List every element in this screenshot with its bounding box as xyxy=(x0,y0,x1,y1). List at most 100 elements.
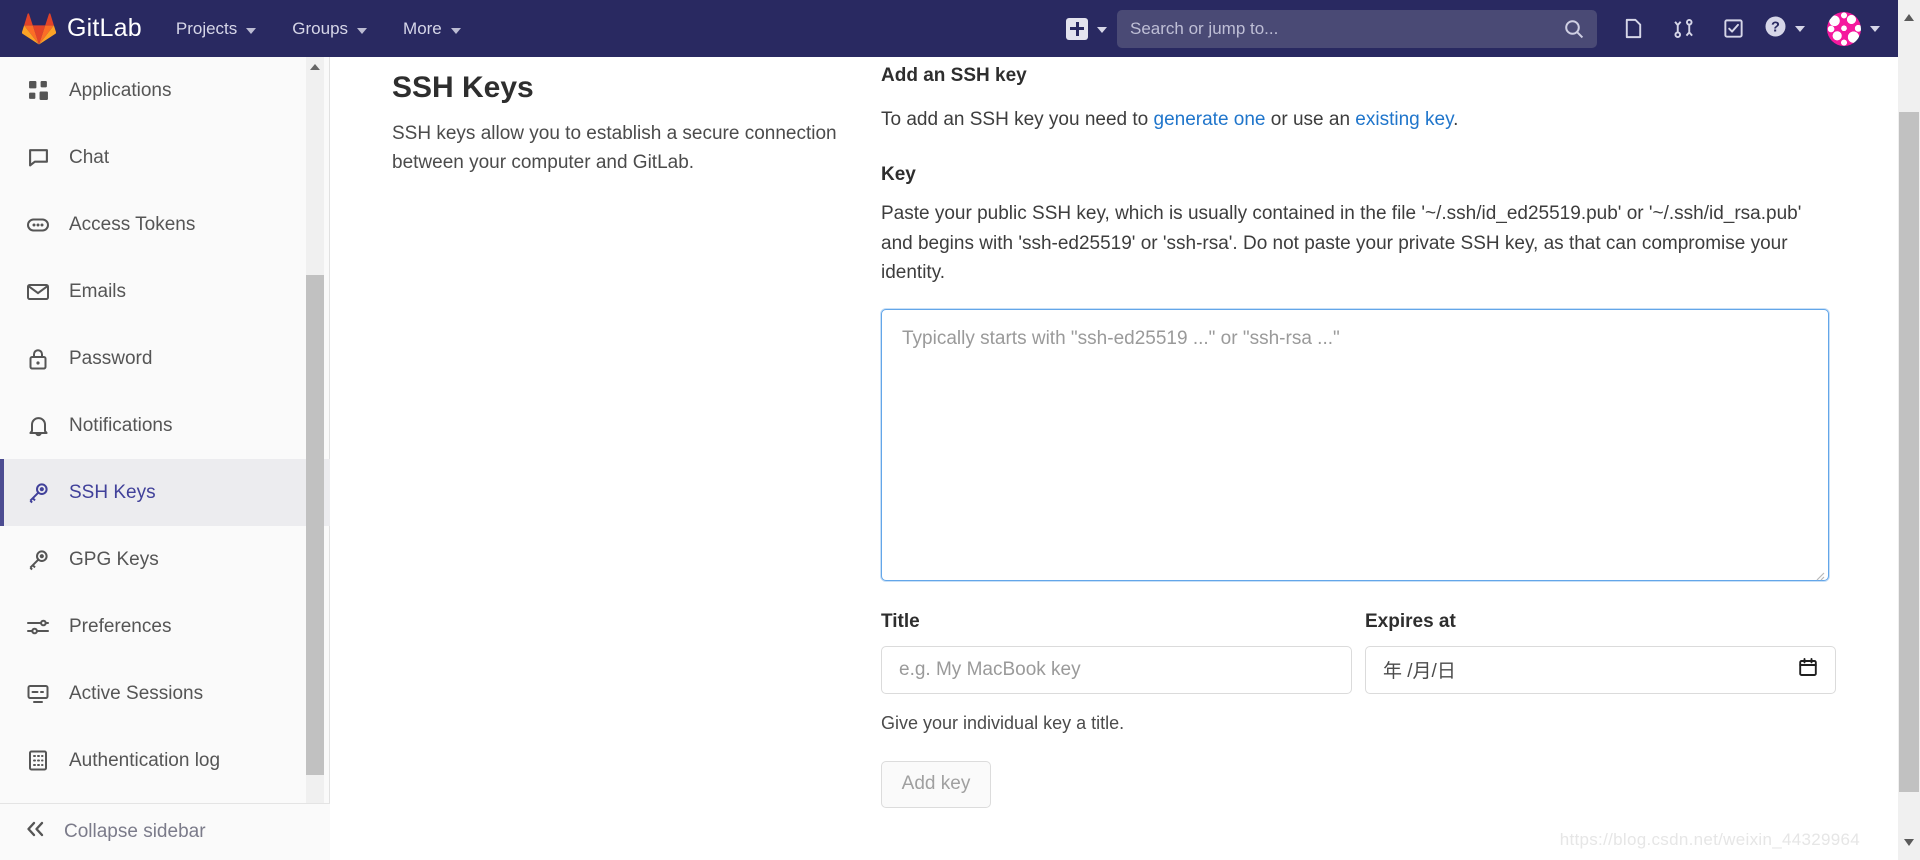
title-input[interactable]: e.g. My MacBook key xyxy=(881,646,1352,694)
ssh-key-textarea[interactable]: Typically starts with "ssh-ed25519 ..." … xyxy=(881,309,1829,581)
help-icon: ? xyxy=(1763,14,1788,44)
collapse-sidebar-button[interactable]: Collapse sidebar xyxy=(0,803,330,860)
log-list-icon xyxy=(26,750,50,771)
resize-handle-icon[interactable] xyxy=(1813,565,1825,577)
nav-item-projects[interactable]: Projects xyxy=(158,0,274,57)
nav-groups-label: Groups xyxy=(292,19,348,39)
sidebar-item-ssh-keys[interactable]: SSH Keys xyxy=(0,459,330,526)
sidebar-item-label: Preferences xyxy=(69,616,171,638)
sidebar-item-label: GPG Keys xyxy=(69,549,159,571)
chat-bubble-icon xyxy=(26,147,50,168)
lock-icon xyxy=(26,348,50,370)
calendar-icon[interactable] xyxy=(1798,657,1818,683)
page-scrollbar-thumb[interactable] xyxy=(1899,112,1919,792)
monitor-icon xyxy=(26,684,50,704)
sidebar-item-label: Authentication log xyxy=(69,750,220,772)
merge-requests-icon[interactable] xyxy=(1661,7,1705,51)
main-content: SSH Keys SSH keys allow you to establish… xyxy=(330,57,1898,860)
expires-date-value: 年 /月/日 xyxy=(1383,656,1456,683)
sidebar-item-emails[interactable]: Emails xyxy=(0,258,330,325)
add-ssh-key-form: Add an SSH key To add an SSH key you nee… xyxy=(881,57,1836,808)
nav-item-groups[interactable]: Groups xyxy=(274,0,385,57)
instructions-prefix: To add an SSH key you need to xyxy=(881,109,1154,130)
chevron-down-icon xyxy=(1097,20,1107,38)
sidebar-item-gpg-keys[interactable]: GPG Keys xyxy=(0,526,330,593)
sidebar-scroll-area: Applications Chat Access Tokens xyxy=(0,57,330,803)
expires-field-label: Expires at xyxy=(1365,611,1836,633)
expires-field-group: Expires at 年 /月/日 xyxy=(1365,611,1836,694)
user-menu-button[interactable] xyxy=(1811,12,1898,46)
navbar-icon-group: ? xyxy=(1597,7,1811,51)
search-input[interactable]: Search or jump to... xyxy=(1117,10,1597,48)
sidebar-item-password[interactable]: Password xyxy=(0,325,330,392)
gitlab-home-link[interactable]: GitLab xyxy=(0,0,158,57)
sidebar-item-label: Active Sessions xyxy=(69,683,203,705)
title-field-group: Title e.g. My MacBook key xyxy=(881,611,1352,694)
sidebar-item-chat[interactable]: Chat xyxy=(0,124,330,191)
chevron-down-icon xyxy=(357,19,367,39)
top-navbar: GitLab Projects Groups More Search or ju… xyxy=(0,0,1898,57)
double-chevron-left-icon xyxy=(24,820,46,844)
page-description: SSH keys allow you to establish a secure… xyxy=(392,119,843,178)
envelope-icon xyxy=(26,281,50,303)
gitlab-fox-logo-icon xyxy=(22,13,56,45)
title-field-label: Title xyxy=(881,611,1352,633)
search-placeholder: Search or jump to... xyxy=(1130,19,1278,39)
brand-title: GitLab xyxy=(67,14,142,43)
help-menu-button[interactable]: ? xyxy=(1761,14,1805,44)
title-helper-text: Give your individual key a title. xyxy=(881,713,1836,734)
key-icon xyxy=(26,549,50,571)
sidebar-item-label: Applications xyxy=(69,80,171,102)
generate-one-link[interactable]: generate one xyxy=(1154,109,1266,130)
chevron-down-icon xyxy=(1870,26,1880,32)
key-icon xyxy=(26,482,50,504)
ssh-key-placeholder: Typically starts with "ssh-ed25519 ..." … xyxy=(902,328,1340,349)
sidebar-scrollbar-thumb[interactable] xyxy=(306,275,324,775)
settings-sidebar: Applications Chat Access Tokens xyxy=(0,57,330,860)
sidebar-item-authentication-log[interactable]: Authentication log xyxy=(0,727,330,794)
page-scrollbar[interactable] xyxy=(1898,0,1920,860)
key-field-label: Key xyxy=(881,164,1836,186)
add-key-instructions: To add an SSH key you need to generate o… xyxy=(881,105,1836,134)
issues-icon[interactable] xyxy=(1611,7,1655,51)
title-input-placeholder: e.g. My MacBook key xyxy=(899,659,1081,681)
sidebar-item-label: SSH Keys xyxy=(69,482,156,504)
scroll-down-arrow-icon[interactable] xyxy=(1904,839,1914,846)
sliders-icon xyxy=(26,617,50,637)
instructions-middle: or use an xyxy=(1266,109,1356,130)
watermark-text: https://blog.csdn.net/weixin_44329964 xyxy=(1560,830,1860,850)
sidebar-item-notifications[interactable]: Notifications xyxy=(0,392,330,459)
nav-projects-label: Projects xyxy=(176,19,237,39)
sidebar-item-preferences[interactable]: Preferences xyxy=(0,593,330,660)
existing-key-link[interactable]: existing key xyxy=(1355,109,1453,130)
expires-date-input[interactable]: 年 /月/日 xyxy=(1365,646,1836,694)
settings-description-column: SSH Keys SSH keys allow you to establish… xyxy=(392,57,843,808)
sidebar-item-active-sessions[interactable]: Active Sessions xyxy=(0,660,330,727)
settings-row: SSH Keys SSH keys allow you to establish… xyxy=(330,57,1898,808)
chevron-down-icon xyxy=(1795,26,1805,32)
page-title: SSH Keys xyxy=(392,71,843,105)
sidebar-item-label: Notifications xyxy=(69,415,173,437)
chevron-down-icon xyxy=(451,19,461,39)
chevron-down-icon xyxy=(246,19,256,39)
sidebar-item-label: Password xyxy=(69,348,152,370)
svg-text:?: ? xyxy=(1771,19,1780,35)
bell-icon xyxy=(26,415,50,437)
plus-square-icon xyxy=(1066,18,1088,40)
add-key-button[interactable]: Add key xyxy=(881,761,991,808)
nav-item-more[interactable]: More xyxy=(385,0,479,57)
sidebar-item-access-tokens[interactable]: Access Tokens xyxy=(0,191,330,258)
scroll-up-arrow-icon[interactable] xyxy=(310,64,320,70)
collapse-sidebar-label: Collapse sidebar xyxy=(64,821,206,843)
section-title: Add an SSH key xyxy=(881,65,1836,87)
instructions-suffix: . xyxy=(1453,109,1458,130)
sidebar-item-label: Emails xyxy=(69,281,126,303)
todos-icon[interactable] xyxy=(1711,7,1755,51)
nav-more-label: More xyxy=(403,19,442,39)
scroll-up-arrow-icon[interactable] xyxy=(1904,14,1914,21)
sidebar-item-label: Access Tokens xyxy=(69,214,195,236)
title-expires-row: Title e.g. My MacBook key Expires at 年 /… xyxy=(881,611,1836,694)
create-new-button[interactable] xyxy=(1056,18,1117,40)
sidebar-scrollbar[interactable] xyxy=(306,57,324,803)
sidebar-item-applications[interactable]: Applications xyxy=(0,57,330,124)
